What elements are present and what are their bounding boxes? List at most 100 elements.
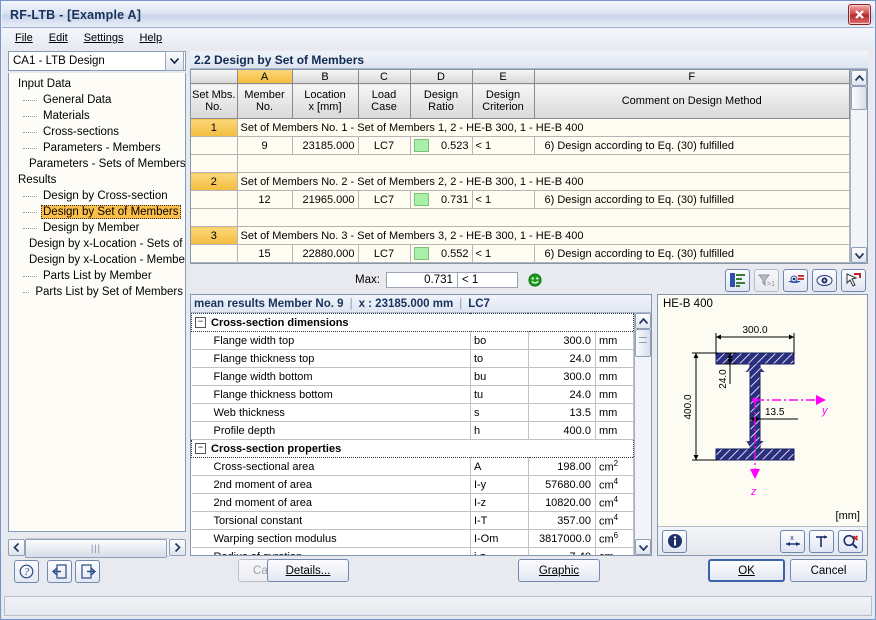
column-letter-C[interactable]: C (358, 70, 411, 84)
result-table-settings-icon[interactable] (725, 268, 750, 292)
row-header-cell[interactable] (191, 208, 238, 227)
column-letter-A[interactable]: A (237, 70, 293, 84)
view-mode-icon[interactable] (812, 268, 837, 292)
sidebar-item-results[interactable]: Results (9, 172, 185, 188)
details-unit-text: mm (598, 370, 618, 383)
design-case-combo[interactable]: CA1 - LTB Design (8, 51, 186, 71)
sidebar-item-parts-list-by-set-of-members[interactable]: Parts List by Set of Members (9, 284, 185, 300)
details-scroll-up-button[interactable] (635, 313, 651, 329)
details-panel: mean results Member No. 9 | x : 23185.00… (190, 294, 652, 556)
sidebar-item-parameters-members[interactable]: Parameters - Members (9, 140, 185, 156)
sidebar-item-label: Parameters - Sets of Members (29, 158, 186, 170)
info-icon[interactable] (662, 529, 687, 553)
row-header-cell[interactable] (191, 190, 238, 209)
close-button[interactable] (848, 4, 871, 25)
ratio-color-swatch (413, 193, 429, 206)
menu-settings[interactable]: Settings (77, 31, 131, 45)
menu-file[interactable]: File (8, 31, 40, 45)
scroll-up-button[interactable] (851, 70, 867, 86)
scroll-left-button[interactable] (8, 539, 25, 556)
sidebar-item-general-data[interactable]: General Data (9, 92, 185, 108)
scroll-down-button[interactable] (851, 247, 867, 263)
max-criterion: < 1 (457, 272, 518, 288)
column-letter-D[interactable]: D (410, 70, 473, 84)
details-value-cell: 300.0 (528, 331, 596, 350)
results-vertical-scrollbar[interactable] (850, 70, 867, 263)
details-label-cell: 2nd moment of area (191, 493, 471, 512)
next-page-icon[interactable] (75, 560, 100, 583)
help-question-icon[interactable]: ? (14, 560, 39, 583)
table-row[interactable]: 15 22880.000 LC7 0.552 < 1 6) Design accordin… (191, 244, 850, 263)
axis-toggle-icon[interactable] (809, 529, 834, 553)
sidebar-item-materials[interactable]: Materials (9, 108, 185, 124)
sidebar-item-design-by-member[interactable]: Design by Member (9, 220, 185, 236)
ok-button[interactable]: OK (708, 559, 785, 582)
collapse-icon[interactable]: − (195, 317, 206, 329)
details-label-cell: Flange width top (191, 331, 471, 350)
design-ratio-value: 0.523 (440, 139, 469, 152)
column-letter-F[interactable]: F (534, 70, 850, 84)
set-number-cell[interactable]: 3 (191, 226, 238, 245)
dimension-toggle-icon[interactable]: x (780, 529, 805, 553)
details-unit-cell: mm (595, 403, 634, 422)
column-letter-corner[interactable] (191, 70, 238, 84)
details-group-row[interactable]: − Cross-section properties (191, 439, 634, 458)
cancel-button[interactable]: Cancel (790, 559, 867, 582)
row-header-cell[interactable] (191, 262, 238, 263)
sidebar-item-parts-list-by-member[interactable]: Parts List by Member (9, 268, 185, 284)
table-group-row[interactable]: 2 Set of Members No. 2 - Set of Members 2… (191, 172, 850, 191)
combo-arrow-button[interactable] (165, 51, 184, 71)
previous-page-icon[interactable] (47, 560, 72, 583)
table-row[interactable]: 9 23185.000 LC7 0.523 < 1 6) Design according… (191, 136, 850, 155)
navigation-tree[interactable]: Input Data General Data Materials Cross-sec… (8, 73, 186, 532)
menu-help[interactable]: Help (132, 31, 169, 45)
sidebar-item-design-by-x-location-sets-of-m[interactable]: Design by x-Location - Sets of M (9, 236, 185, 252)
scroll-track[interactable]: ||| (25, 538, 169, 558)
select-member-icon[interactable] (841, 268, 866, 292)
table-row[interactable]: 12 21965.000 LC7 0.731 < 1 6) Design accordin… (191, 190, 850, 209)
details-button[interactable]: Details... (267, 559, 349, 582)
set-number-cell[interactable]: 1 (191, 118, 238, 137)
cross-section-drawing-area[interactable]: HE-B 400 300.0 400.0 24.0 13.5 y z [mm] (658, 295, 867, 526)
details-symbol-cell: i-z (470, 547, 529, 555)
filter-ratio-icon[interactable]: >1 (754, 268, 779, 292)
details-scroll-down-button[interactable] (635, 539, 651, 555)
details-label-cell: Flange thickness bottom (191, 385, 471, 404)
color-bars-icon[interactable] (783, 268, 808, 292)
set-number-cell[interactable]: 2 (191, 172, 238, 191)
table-empty-row[interactable] (191, 154, 850, 173)
chevron-down-icon (638, 544, 648, 551)
details-title-x: x : 23185.000 mm (358, 297, 454, 310)
column-letter-B[interactable]: B (292, 70, 359, 84)
details-table-container: − Cross-section dimensions Flange width to… (191, 313, 651, 555)
details-scroll-track[interactable] (635, 329, 651, 539)
details-vertical-scrollbar[interactable] (634, 313, 651, 555)
sidebar-item-input-data[interactable]: Input Data (9, 76, 185, 92)
graphic-button[interactable]: Graphic (518, 559, 600, 582)
tree-horizontal-scrollbar[interactable]: ||| (8, 538, 186, 558)
green-smiley-icon (528, 273, 542, 287)
sidebar-item-design-by-cross-section[interactable]: Design by Cross-section (9, 188, 185, 204)
table-empty-row[interactable] (191, 208, 850, 227)
row-header-cell[interactable] (191, 244, 238, 263)
header-line-2: No. (255, 101, 274, 113)
table-group-row[interactable]: 3 Set of Members No. 3 - Set of Members 3… (191, 226, 850, 245)
sidebar-item-cross-sections[interactable]: Cross-sections (9, 124, 185, 140)
sidebar-item-design-by-set-of-members[interactable]: Design by Set of Members (9, 204, 185, 220)
collapse-icon[interactable]: − (195, 443, 206, 455)
details-group-row[interactable]: − Cross-section dimensions (191, 313, 634, 332)
design-criterion-cell: < 1 (472, 190, 535, 209)
column-letter-E[interactable]: E (472, 70, 535, 84)
details-scroll-thumb[interactable] (635, 329, 651, 357)
table-empty-row[interactable] (191, 262, 850, 263)
sidebar-item-parameters-sets-of-members[interactable]: Parameters - Sets of Members (9, 156, 185, 172)
row-header-cell[interactable] (191, 136, 238, 155)
vertical-scroll-track[interactable] (851, 86, 867, 247)
menu-edit[interactable]: Edit (42, 31, 75, 45)
zoom-reset-icon[interactable] (838, 529, 863, 553)
table-group-row[interactable]: 1 Set of Members No. 1 - Set of Members 1… (191, 118, 850, 137)
scroll-right-button[interactable] (169, 539, 186, 556)
sidebar-item-design-by-x-location-member[interactable]: Design by x-Location - Member: (9, 252, 185, 268)
row-header-cell[interactable] (191, 154, 238, 173)
vertical-scroll-thumb[interactable] (851, 86, 867, 110)
